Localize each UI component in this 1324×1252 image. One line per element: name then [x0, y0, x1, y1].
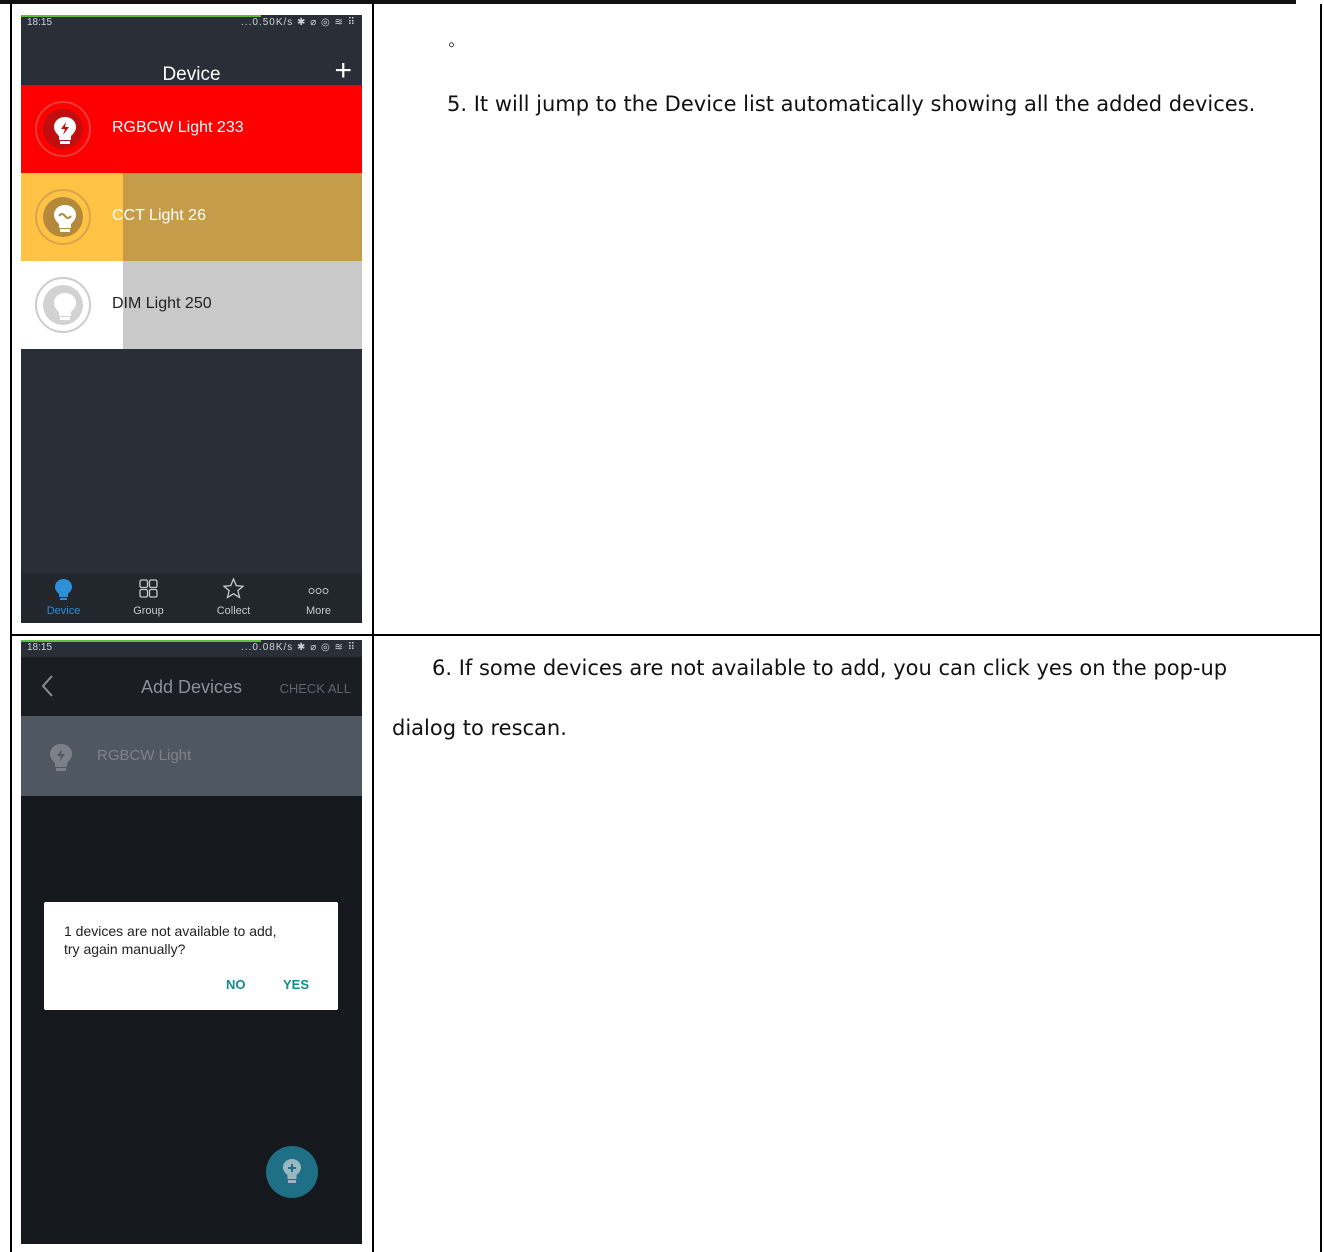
bullet-mark: ◦	[448, 34, 456, 56]
status-time: 18:15	[27, 17, 53, 28]
device-row-rgbcw[interactable]: RGBCW Light 233	[21, 85, 362, 173]
grid-icon	[139, 579, 158, 598]
loading-progress	[21, 640, 261, 642]
step-5-text: 5. It will jump to the Device list autom…	[447, 92, 1256, 116]
device-list-screenshot: 18:15 ...0.50K/s ✱ ⌀ ◎ ≋ ⠿ Device + RGBC…	[21, 15, 362, 623]
device-ring	[35, 277, 91, 333]
tab-group[interactable]: Group	[106, 573, 191, 623]
device-ring	[35, 189, 91, 245]
status-indicators: ...0.50K/s ✱ ⌀ ◎ ≋ ⠿	[241, 17, 356, 28]
device-name: DIM Light 250	[112, 295, 212, 312]
tab-label: Device	[46, 605, 81, 617]
step-6-text-line1: 6. If some devices are not available to …	[432, 656, 1228, 680]
bulb-icon	[55, 579, 72, 600]
tab-label: Collect	[216, 605, 251, 617]
device-name: RGBCW Light	[97, 747, 192, 764]
tab-label: Group	[133, 605, 164, 617]
tab-more[interactable]: More	[276, 573, 361, 623]
dialog-message-line2: try again manually?	[64, 941, 186, 957]
status-bar: 18:15 ...0.08K/s ✱ ⌀ ◎ ≋ ⠿	[21, 640, 362, 657]
rescan-dialog: 1 devices are not available to add, try …	[44, 902, 338, 1010]
device-row-cct[interactable]: CCT Light 26	[21, 173, 362, 261]
bulb-icon	[54, 293, 76, 320]
add-devices-screenshot: 18:15 ...0.08K/s ✱ ⌀ ◎ ≋ ⠿ Add Devices C…	[21, 640, 362, 1244]
device-row-rgbcw[interactable]: RGBCW Light	[21, 716, 362, 796]
add-device-button[interactable]: +	[334, 56, 352, 86]
table-row-divider	[10, 634, 1322, 636]
check-all-button[interactable]: CHECK ALL	[279, 681, 351, 696]
star-icon	[222, 577, 245, 599]
device-ring	[35, 101, 91, 157]
no-button[interactable]: NO	[226, 977, 246, 992]
page-title: Device	[162, 64, 221, 85]
tab-collect[interactable]: Collect	[191, 573, 276, 623]
dialog-message-line1: 1 devices are not available to add,	[64, 923, 277, 939]
add-light-fab[interactable]	[266, 1146, 318, 1198]
bulb-icon	[54, 205, 76, 232]
bulb-plus-icon	[283, 1159, 301, 1183]
bulb-icon	[54, 117, 76, 144]
device-row-dim[interactable]: DIM Light 250	[21, 261, 362, 349]
device-name: CCT Light 26	[112, 207, 206, 224]
status-time: 18:15	[27, 642, 53, 653]
more-icon	[308, 588, 329, 594]
yes-button[interactable]: YES	[283, 977, 309, 992]
table-column-divider	[372, 4, 374, 1252]
status-indicators: ...0.08K/s ✱ ⌀ ◎ ≋ ⠿	[241, 642, 356, 653]
step-6-text-line2: dialog to rescan.	[392, 716, 567, 740]
dialog-message: 1 devices are not available to add, try …	[64, 922, 324, 958]
bottom-tab-bar: Device Group Collect More	[21, 573, 362, 623]
bulb-icon	[50, 744, 72, 771]
tab-label: More	[305, 605, 332, 617]
status-bar: 18:15 ...0.50K/s ✱ ⌀ ◎ ≋ ⠿	[21, 15, 362, 32]
loading-progress	[21, 15, 261, 17]
device-name: RGBCW Light 233	[112, 119, 244, 136]
tab-device[interactable]: Device	[21, 573, 106, 623]
